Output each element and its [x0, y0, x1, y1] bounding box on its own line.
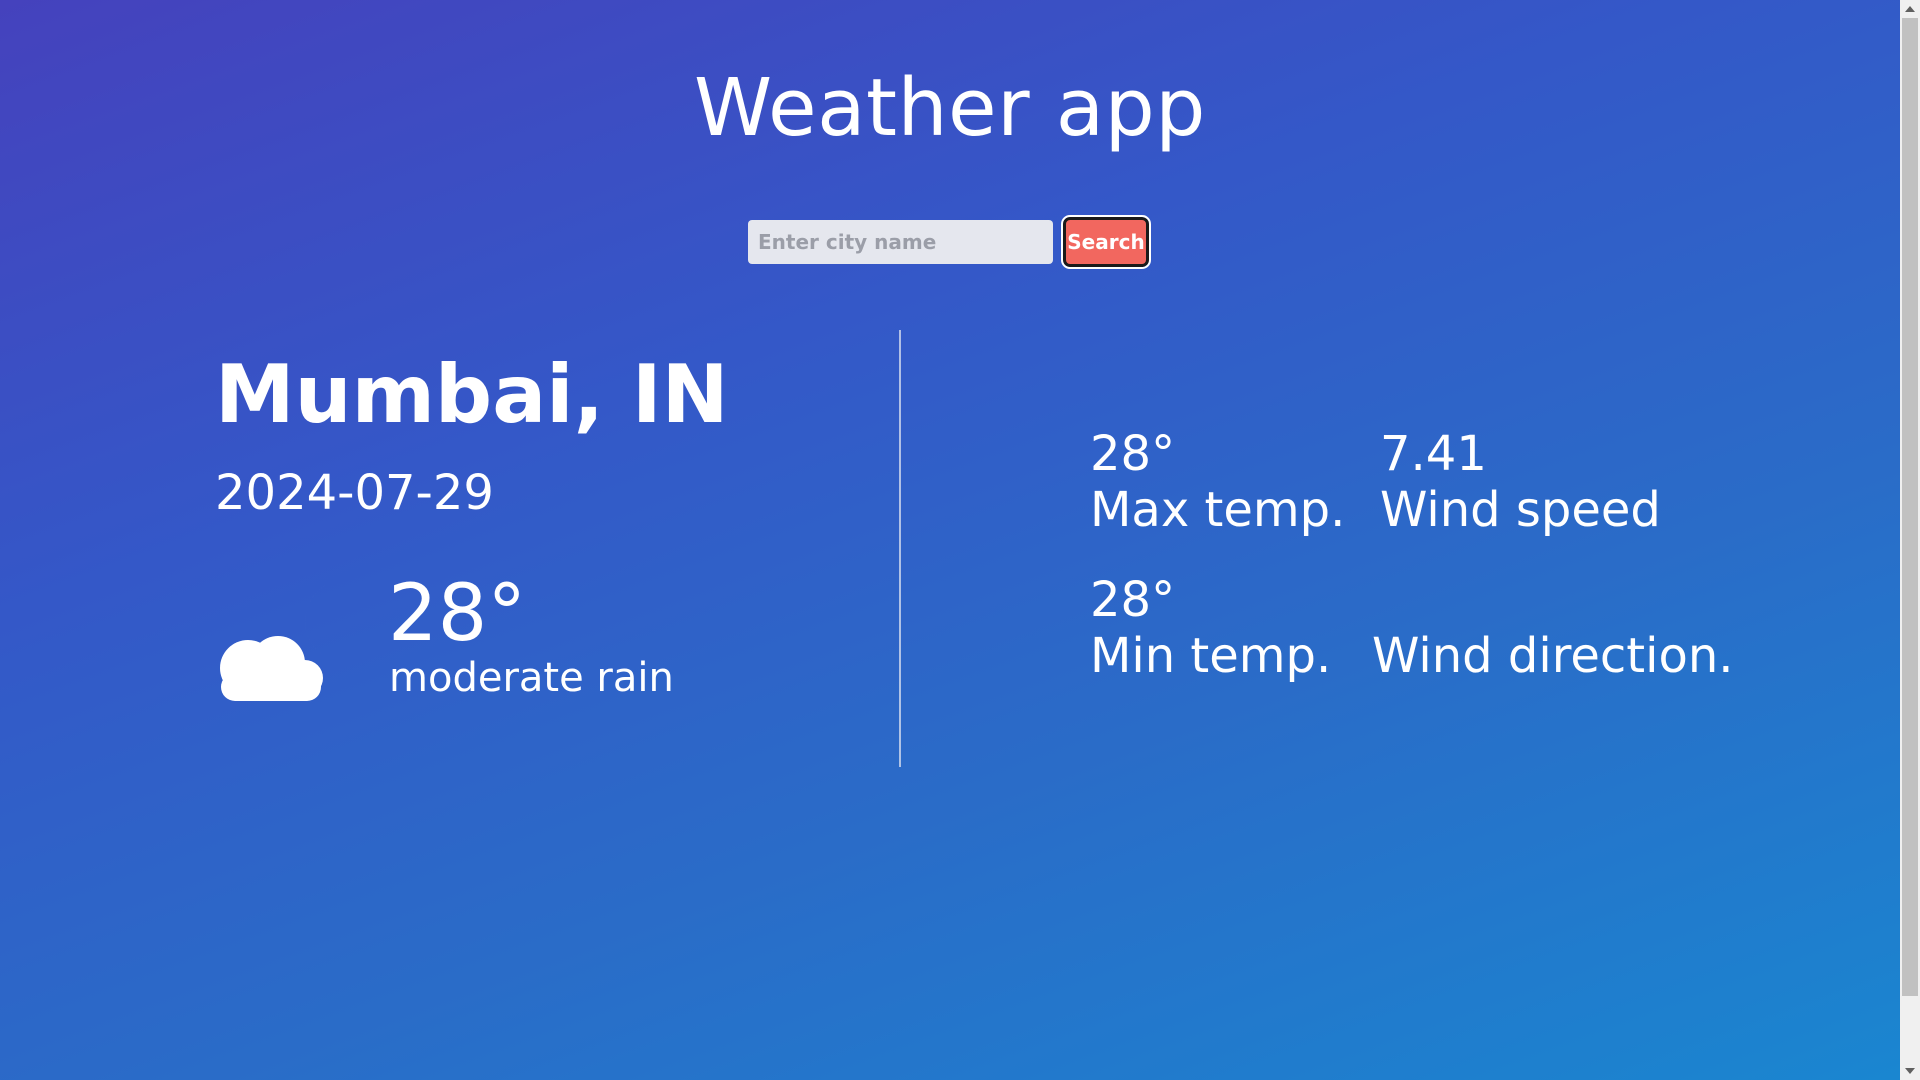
- scrollbar-thumb[interactable]: [1902, 18, 1918, 996]
- max-temp-label: Max temp.: [1090, 482, 1346, 538]
- wind-speed-label: Wind speed: [1380, 482, 1661, 538]
- min-temp-label: Min temp.: [1090, 628, 1332, 684]
- scroll-up-arrow-icon[interactable]: [1900, 0, 1920, 18]
- wind-speed-stat: 7.41 Wind speed: [1380, 430, 1661, 534]
- wind-direction-value: [1372, 572, 1387, 628]
- min-temp-stat: 28° Min temp.: [1090, 576, 1331, 680]
- current-weather-panel: Mumbai, IN 2024-07-29 28° moderate rain: [215, 348, 729, 701]
- app-background: Weather app Search Mumbai, IN 2024-07-29…: [0, 0, 1900, 1080]
- current-conditions: 28° moderate rain: [215, 573, 815, 703]
- cloud-moon-icon: [220, 583, 363, 701]
- wind-direction-stat: Wind direction.: [1372, 576, 1734, 680]
- current-date: 2024-07-29: [215, 465, 494, 521]
- max-temp-stat: 28° Max temp.: [1090, 430, 1345, 534]
- weather-description: moderate rain: [389, 655, 674, 701]
- current-temperature: 28°: [388, 569, 527, 659]
- app-title: Weather app: [694, 62, 1206, 154]
- vertical-scrollbar[interactable]: [1900, 0, 1920, 1080]
- city-name: Mumbai, IN: [215, 348, 729, 441]
- panel-divider: [899, 330, 901, 767]
- wind-direction-label: Wind direction.: [1372, 628, 1734, 684]
- max-temp-value: 28°: [1090, 426, 1176, 482]
- wind-speed-value: 7.41: [1380, 426, 1487, 482]
- min-temp-value: 28°: [1090, 572, 1176, 628]
- search-button[interactable]: Search: [1061, 215, 1151, 269]
- search-bar: Search: [748, 215, 1151, 269]
- city-search-input[interactable]: [748, 220, 1053, 264]
- scroll-down-arrow-icon[interactable]: [1900, 1062, 1920, 1080]
